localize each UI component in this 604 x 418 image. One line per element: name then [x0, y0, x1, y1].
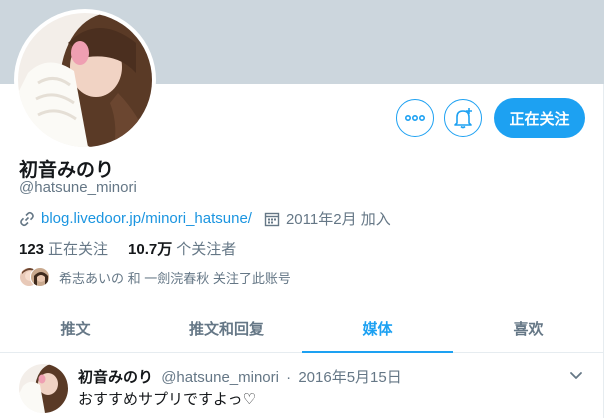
profile-display-name: 初音みのり [19, 160, 115, 181]
tweet-text: おすすめサプリですよっ♡ [78, 391, 256, 408]
followers-count: 10.7万 [128, 241, 173, 258]
following-stat[interactable]: 123 正在关注 [19, 238, 108, 259]
followers-label: 个关注者 [176, 241, 237, 258]
profile-tabs: 推文 推文和回复 媒体 喜欢 [0, 305, 604, 353]
more-options-button[interactable] [396, 99, 434, 137]
profile-avatar[interactable] [14, 9, 156, 151]
tweet-author-avatar[interactable] [19, 364, 68, 413]
notifications-button[interactable] [444, 99, 482, 137]
followed-by-text: 希志あいの 和 一劍浣春秋 关注了此账号 [59, 270, 291, 286]
tweet-item[interactable]: 初音みのり @hatsune_minori · 2016年5月15日 おすすめサ… [0, 354, 604, 418]
followed-by-row[interactable]: 希志あいの 和 一劍浣春秋 关注了此账号 [19, 267, 291, 287]
profile-meta: blog.livedoor.jp/minori_hatsune/ 2011年2月… [19, 208, 391, 229]
bell-plus-icon [454, 108, 472, 129]
more-icon [405, 115, 425, 121]
chevron-down-icon [570, 372, 582, 379]
following-button[interactable]: 正在关注 [494, 98, 585, 138]
profile-website-link[interactable]: blog.livedoor.jp/minori_hatsune/ [41, 210, 252, 227]
avatar-image [18, 13, 152, 147]
followers-stat[interactable]: 10.7万 个关注者 [128, 238, 236, 259]
profile-handle: @hatsune_minori [19, 179, 137, 196]
tab-tweets[interactable]: 推文 [0, 305, 151, 352]
tab-likes[interactable]: 喜欢 [453, 305, 604, 352]
following-count: 123 [19, 241, 45, 258]
tab-tweets-and-replies[interactable]: 推文和回复 [151, 305, 302, 352]
tweet-date[interactable]: 2016年5月15日 [298, 369, 401, 386]
tweet-menu-button[interactable] [569, 368, 583, 386]
followed-by-avatars [19, 267, 51, 287]
profile-joined-date: 2011年2月 加入 [285, 211, 391, 228]
tweet-header: 初音みのり @hatsune_minori · 2016年5月15日 [78, 366, 402, 387]
calendar-icon [264, 211, 280, 227]
profile-stats: 123 正在关注 10.7万 个关注者 [19, 238, 256, 259]
tweet-separator: · [286, 369, 292, 386]
tweet-author-handle[interactable]: @hatsune_minori [161, 369, 279, 386]
link-icon [19, 211, 35, 227]
following-label: 正在关注 [48, 241, 109, 258]
mini-avatar [30, 267, 50, 287]
tweet-author-name[interactable]: 初音みのり [78, 369, 153, 386]
tab-media[interactable]: 媒体 [302, 305, 453, 353]
